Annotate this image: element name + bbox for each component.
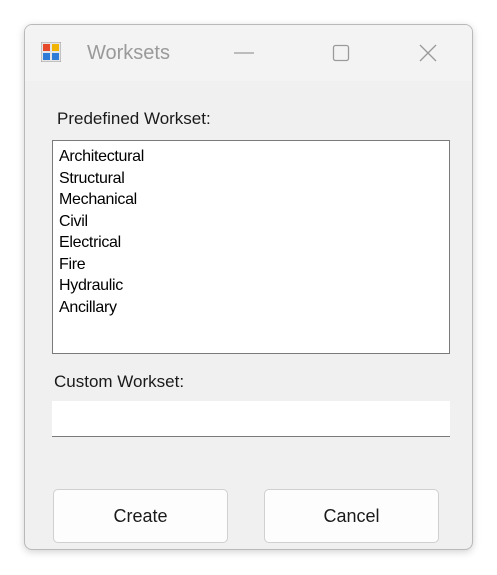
window-title: Worksets [87, 42, 170, 64]
maximize-button[interactable] [311, 25, 371, 81]
predefined-workset-listbox[interactable]: Architectural Structural Mechanical Civi… [52, 140, 450, 354]
list-item[interactable]: Architectural [59, 146, 449, 168]
list-item[interactable]: Civil [59, 211, 449, 233]
custom-workset-label: Custom Workset: [54, 372, 185, 391]
predefined-workset-label: Predefined Workset: [57, 109, 211, 128]
maximize-icon [332, 44, 350, 62]
list-item[interactable]: Fire [59, 254, 449, 276]
close-icon [419, 44, 437, 62]
minimize-icon [234, 52, 254, 54]
list-item[interactable]: Mechanical [59, 189, 449, 211]
close-button[interactable] [398, 25, 458, 81]
worksets-dialog: Worksets Predefined Workset: Architectur… [24, 24, 473, 550]
list-item[interactable]: Electrical [59, 232, 449, 254]
list-item[interactable]: Ancillary [59, 297, 449, 319]
custom-workset-input[interactable] [52, 401, 450, 437]
create-button[interactable]: Create [53, 489, 228, 543]
minimize-button[interactable] [214, 25, 274, 81]
title-bar[interactable]: Worksets [25, 25, 472, 81]
app-icon [41, 42, 61, 62]
cancel-button[interactable]: Cancel [264, 489, 439, 543]
list-item[interactable]: Structural [59, 168, 449, 190]
list-item[interactable]: Hydraulic [59, 275, 449, 297]
